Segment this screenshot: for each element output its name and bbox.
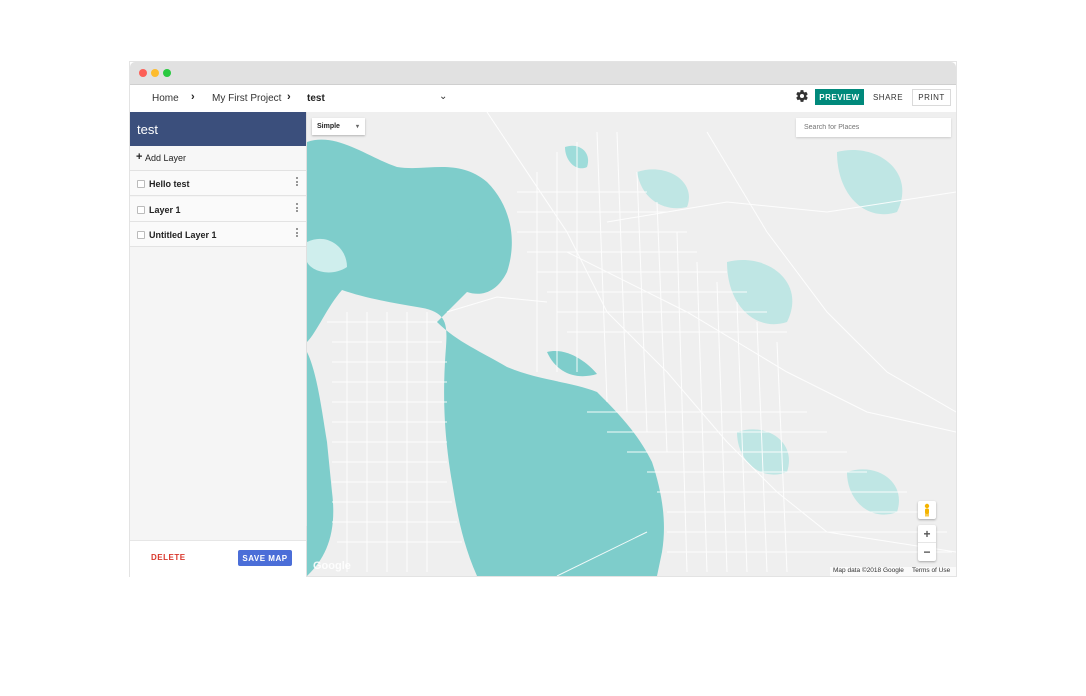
layer-item[interactable]: Hello test: [130, 171, 306, 196]
app-window: Home › My First Project › test ⌄ PREVIEW…: [130, 62, 956, 577]
caret-down-icon: ▾: [356, 124, 360, 130]
minimize-window-icon[interactable]: [151, 69, 159, 77]
breadcrumb-separator: ›: [287, 91, 291, 103]
map-title[interactable]: test: [137, 122, 158, 137]
layer-item[interactable]: Layer 1: [130, 197, 306, 222]
more-vert-icon[interactable]: [296, 203, 299, 214]
plus-icon: +: [136, 151, 143, 163]
layer-name[interactable]: Untitled Layer 1: [149, 230, 217, 240]
sidebar-header: test: [130, 112, 306, 146]
sidebar-footer: DELETE SAVE MAP: [130, 540, 306, 577]
gear-icon[interactable]: [795, 89, 809, 103]
map-attribution: Map data ©2018 Google Terms of Use: [830, 567, 956, 576]
more-vert-icon[interactable]: [296, 177, 299, 188]
zoom-in-button[interactable]: +: [918, 525, 936, 543]
breadcrumb-separator: ›: [191, 91, 195, 103]
map-data-credit: Map data ©2018 Google: [833, 567, 904, 574]
terms-of-use-link[interactable]: Terms of Use: [912, 567, 950, 574]
top-bar: Home › My First Project › test ⌄ PREVIEW…: [130, 85, 956, 113]
layer-name[interactable]: Hello test: [149, 179, 190, 189]
map-canvas[interactable]: Simple ▾ + − Google Map data ©2018 Googl…: [307, 112, 956, 576]
add-layer-label: Add Layer: [145, 153, 187, 163]
add-layer-button[interactable]: + Add Layer: [130, 146, 306, 171]
chevron-down-icon[interactable]: ⌄: [439, 91, 447, 102]
layer-visibility-checkbox[interactable]: [137, 206, 145, 214]
street-view-pegman-icon[interactable]: [918, 501, 936, 519]
layer-visibility-checkbox[interactable]: [137, 180, 145, 188]
zoom-control: + −: [918, 525, 936, 561]
map-name-selector[interactable]: test: [307, 93, 325, 104]
print-button[interactable]: PRINT: [912, 89, 951, 106]
breadcrumb-project[interactable]: My First Project: [212, 93, 281, 104]
google-logo: Google: [313, 560, 351, 572]
zoom-out-button[interactable]: −: [918, 543, 936, 560]
more-vert-icon[interactable]: [296, 228, 299, 239]
map-type-select[interactable]: Simple ▾: [312, 118, 365, 135]
window-titlebar: [130, 62, 956, 85]
map-tiles: [307, 112, 956, 576]
save-map-button[interactable]: SAVE MAP: [238, 550, 292, 566]
preview-button[interactable]: PREVIEW: [815, 89, 864, 105]
layer-name[interactable]: Layer 1: [149, 205, 181, 215]
breadcrumb-home[interactable]: Home: [152, 93, 179, 104]
layer-item[interactable]: Untitled Layer 1: [130, 222, 306, 247]
search-places-input[interactable]: [796, 118, 951, 137]
layers-sidebar: test + Add Layer Hello test Layer 1 Unti…: [130, 112, 307, 577]
delete-button[interactable]: DELETE: [151, 553, 186, 562]
layer-visibility-checkbox[interactable]: [137, 231, 145, 239]
map-type-value: Simple: [317, 123, 340, 130]
maximize-window-icon[interactable]: [163, 69, 171, 77]
share-button[interactable]: SHARE: [868, 89, 908, 105]
close-window-icon[interactable]: [139, 69, 147, 77]
